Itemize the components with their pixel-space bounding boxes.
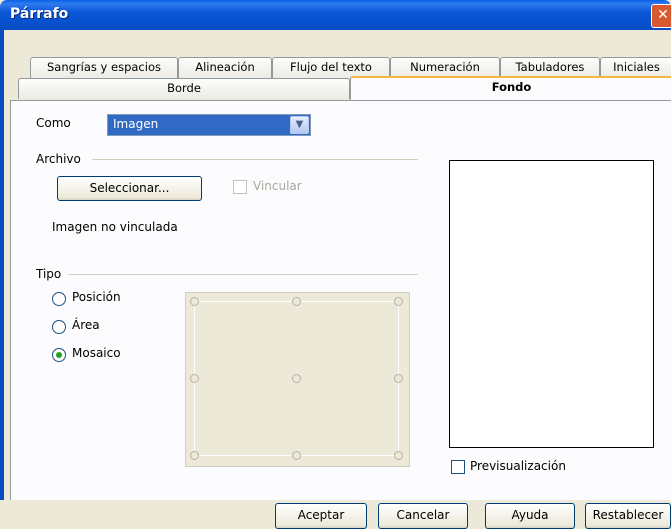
radio-mosaico[interactable] <box>52 348 66 362</box>
cancel-button[interactable]: Cancelar <box>378 503 468 529</box>
tab-tabuladores[interactable]: Tabuladores <box>500 57 600 78</box>
ok-button[interactable]: Aceptar <box>275 503 367 529</box>
radio-posicion[interactable] <box>52 292 66 306</box>
position-grid <box>185 292 410 467</box>
radio-area[interactable] <box>52 320 66 334</box>
preview-area <box>449 160 654 448</box>
preview-label: Previsualización <box>470 459 566 473</box>
radio-area-label: Área <box>72 318 100 332</box>
tab-sangrias[interactable]: Sangrías y espacios <box>30 57 178 78</box>
paragraph-dialog: Párrafo ✕ Sangrías y espacios Alineación… <box>0 0 671 529</box>
reset-button[interactable]: Restablecer <box>585 503 671 529</box>
tab-iniciales[interactable]: Iniciales <box>600 57 671 78</box>
link-status-text: Imagen no vinculada <box>52 220 178 234</box>
tipo-section-label: Tipo <box>36 267 62 281</box>
grid-point-bottom-right[interactable] <box>394 451 403 460</box>
grid-point-top-center[interactable] <box>292 297 301 306</box>
tab-flujo-texto[interactable]: Flujo del texto <box>272 57 390 78</box>
radio-selected-dot <box>56 352 62 358</box>
radio-mosaico-label: Mosaico <box>72 346 121 360</box>
como-dropdown[interactable]: Imagen ▼ <box>107 114 311 136</box>
preview-checkbox[interactable] <box>451 460 465 474</box>
tab-alineacion[interactable]: Alineación <box>178 57 272 78</box>
vincular-label: Vincular <box>253 179 302 193</box>
grid-point-bottom-left[interactable] <box>190 451 199 460</box>
help-button[interactable]: Ayuda <box>485 503 575 529</box>
grid-point-top-left[interactable] <box>190 297 199 306</box>
grid-point-bottom-center[interactable] <box>292 451 301 460</box>
close-icon: ✕ <box>657 7 669 23</box>
chevron-down-icon[interactable]: ▼ <box>290 116 309 134</box>
grid-point-center[interactable] <box>292 374 301 383</box>
grid-point-middle-right[interactable] <box>394 374 403 383</box>
window-border <box>0 30 4 527</box>
grid-point-middle-left[interactable] <box>190 374 199 383</box>
como-value: Imagen <box>113 117 159 131</box>
tipo-separator <box>68 274 418 275</box>
vincular-checkbox[interactable] <box>233 180 247 194</box>
tab-borde[interactable]: Borde <box>18 78 350 99</box>
archivo-separator <box>92 159 418 160</box>
tab-numeracion[interactable]: Numeración <box>390 57 500 78</box>
radio-posicion-label: Posición <box>72 290 121 304</box>
close-button[interactable]: ✕ <box>651 4 671 28</box>
select-file-button[interactable]: Seleccionar... <box>57 176 202 201</box>
title-bar: Párrafo ✕ <box>0 0 671 30</box>
window-title: Párrafo <box>10 6 69 22</box>
como-label: Como <box>36 116 71 130</box>
grid-point-top-right[interactable] <box>394 297 403 306</box>
archivo-section-label: Archivo <box>36 152 81 166</box>
tab-fondo[interactable]: Fondo <box>350 76 671 100</box>
